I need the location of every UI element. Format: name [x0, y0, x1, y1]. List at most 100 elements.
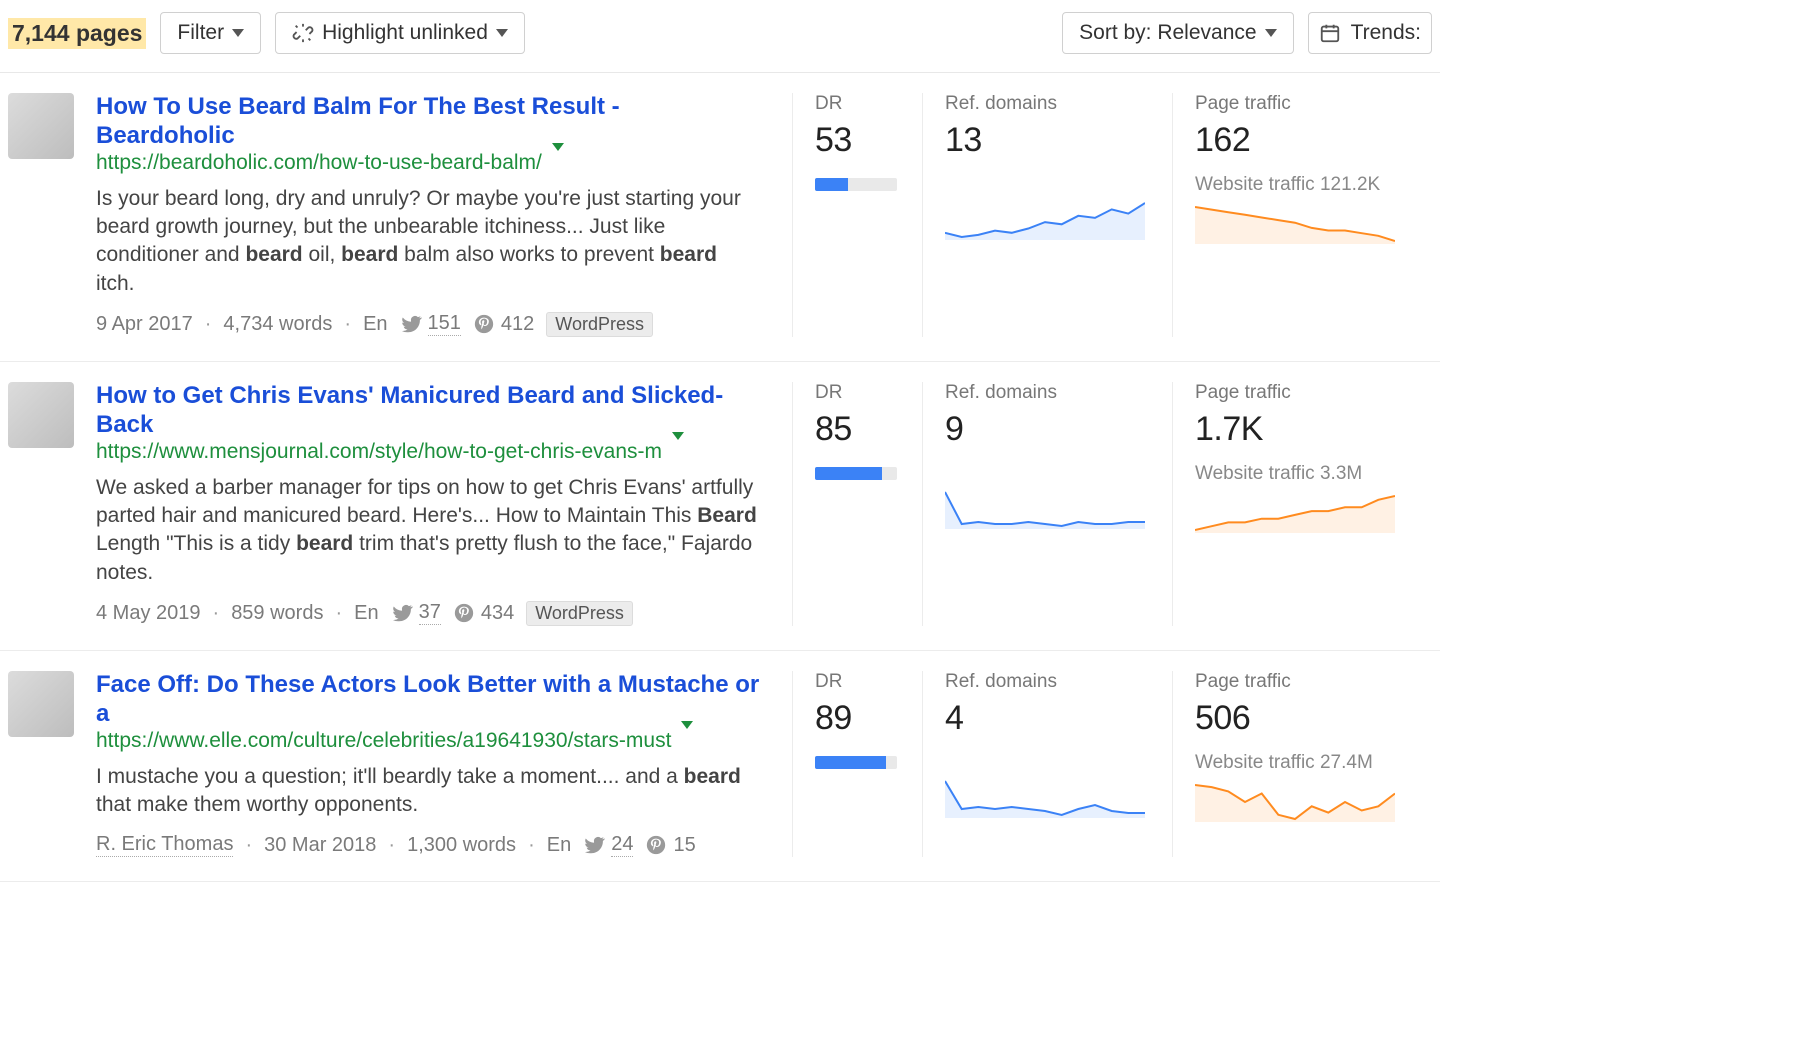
result-snippet: We asked a barber manager for tips on ho… — [96, 474, 760, 587]
result-lang: En — [335, 602, 378, 625]
website-traffic-value: 27.4M — [1320, 752, 1373, 773]
dr-value: 53 — [815, 121, 900, 160]
pinterest-shares[interactable]: 412 — [473, 313, 534, 336]
result-thumbnail[interactable] — [8, 671, 74, 737]
chevron-down-icon — [552, 143, 564, 174]
result-title[interactable]: How To Use Beard Balm For The Best Resul… — [96, 93, 620, 149]
result-author: R. Eric Thomas — [96, 833, 233, 857]
chevron-down-icon — [681, 721, 693, 752]
result-thumbnail[interactable] — [8, 93, 74, 159]
chevron-down-icon — [1265, 29, 1277, 37]
twitter-count: 37 — [419, 601, 441, 625]
page-count: 7,144 pages — [8, 18, 146, 49]
result-words: 4,734 words — [205, 313, 333, 336]
broken-link-icon — [292, 22, 314, 44]
twitter-shares[interactable]: 37 — [391, 601, 441, 625]
twitter-count: 151 — [428, 312, 461, 336]
highlight-label: Highlight unlinked — [322, 21, 488, 45]
ref-domains-label: Ref. domains — [945, 671, 1150, 693]
dr-column: DR 85 — [792, 382, 922, 626]
result-row: How to Get Chris Evans' Manicured Beard … — [0, 362, 1440, 651]
sparkline — [945, 200, 1145, 240]
result-main: Face Off: Do These Actors Look Better wi… — [96, 671, 770, 857]
pinterest-count: 15 — [673, 834, 695, 857]
ref-domains-value: 4 — [945, 699, 1150, 738]
dr-bar — [815, 467, 897, 480]
platform-tag: WordPress — [526, 601, 633, 626]
result-url[interactable]: https://www.elle.com/culture/celebrities… — [96, 729, 671, 753]
dr-label: DR — [815, 93, 900, 115]
page-traffic-label: Page traffic — [1195, 382, 1410, 404]
result-title[interactable]: How to Get Chris Evans' Manicured Beard … — [96, 382, 723, 438]
result-metrics: DR89Ref. domains4Page traffic506Website … — [792, 671, 1432, 857]
result-lang: En — [528, 834, 571, 857]
twitter-icon — [400, 313, 422, 335]
ref-domains-label: Ref. domains — [945, 382, 1150, 404]
trends-label: Trends: — [1351, 21, 1421, 45]
twitter-count: 24 — [611, 833, 633, 857]
url-dropdown[interactable] — [552, 151, 564, 175]
result-url[interactable]: https://beardoholic.com/how-to-use-beard… — [96, 151, 542, 175]
dr-bar-fill — [815, 756, 886, 769]
page-traffic-column: Page traffic162Website traffic 121.2K — [1172, 93, 1432, 337]
ref-domains-column: Ref. domains 13 — [922, 93, 1172, 337]
result-main: How to Get Chris Evans' Manicured Beard … — [96, 382, 770, 626]
result-meta: 9 Apr 2017 4,734 words En 151 412 WordPress — [96, 312, 760, 337]
calendar-icon — [1319, 22, 1341, 44]
result-date: 9 Apr 2017 — [96, 313, 193, 336]
page-traffic-value: 162 — [1195, 121, 1410, 160]
result-url[interactable]: https://www.mensjournal.com/style/how-to… — [96, 440, 662, 464]
result-thumbnail[interactable] — [8, 382, 74, 448]
sort-button[interactable]: Sort by: Relevance — [1062, 12, 1293, 54]
result-main: How To Use Beard Balm For The Best Resul… — [96, 93, 770, 337]
ref-domains-label: Ref. domains — [945, 93, 1150, 115]
dr-bar — [815, 178, 897, 191]
result-words: 1,300 words — [388, 834, 516, 857]
dr-value: 85 — [815, 410, 900, 449]
website-traffic-value: 121.2K — [1320, 174, 1380, 195]
twitter-icon — [391, 602, 413, 624]
dr-bar-fill — [815, 467, 882, 480]
result-row: Face Off: Do These Actors Look Better wi… — [0, 651, 1440, 882]
filter-button[interactable]: Filter — [160, 12, 261, 54]
twitter-icon — [583, 834, 605, 856]
result-metrics: DR53Ref. domains13Page traffic162Website… — [792, 93, 1432, 337]
dr-label: DR — [815, 382, 900, 404]
ref-domains-column: Ref. domains 4 — [922, 671, 1172, 857]
sparkline — [945, 778, 1145, 818]
result-date: 4 May 2019 — [96, 602, 201, 625]
chevron-down-icon — [496, 29, 508, 37]
sparkline — [1195, 204, 1395, 244]
result-url-line: https://www.elle.com/culture/celebrities… — [96, 729, 760, 753]
dr-bar-fill — [815, 178, 848, 191]
result-url-line: https://beardoholic.com/how-to-use-beard… — [96, 151, 760, 175]
ref-domains-value: 13 — [945, 121, 1150, 160]
pinterest-shares[interactable]: 434 — [453, 602, 514, 625]
pinterest-shares[interactable]: 15 — [645, 834, 695, 857]
platform-tag: WordPress — [546, 312, 653, 337]
result-row: How To Use Beard Balm For The Best Resul… — [0, 73, 1440, 362]
result-url-line: https://www.mensjournal.com/style/how-to… — [96, 440, 760, 464]
sort-label: Sort by: Relevance — [1079, 21, 1256, 45]
website-traffic: Website traffic 121.2K — [1195, 174, 1410, 196]
highlight-unlinked-button[interactable]: Highlight unlinked — [275, 12, 525, 54]
website-traffic: Website traffic 27.4M — [1195, 752, 1410, 774]
result-metrics: DR85Ref. domains9Page traffic1.7KWebsite… — [792, 382, 1432, 626]
chevron-down-icon — [672, 432, 684, 463]
result-lang: En — [344, 313, 387, 336]
dr-bar — [815, 756, 897, 769]
twitter-shares[interactable]: 24 — [583, 833, 633, 857]
page-traffic-column: Page traffic506Website traffic 27.4M — [1172, 671, 1432, 857]
dr-column: DR 53 — [792, 93, 922, 337]
twitter-shares[interactable]: 151 — [400, 312, 461, 336]
pinterest-icon — [473, 313, 495, 335]
url-dropdown[interactable] — [681, 729, 693, 753]
trends-selector[interactable]: Trends: — [1308, 12, 1432, 54]
url-dropdown[interactable] — [672, 440, 684, 464]
page-traffic-value: 1.7K — [1195, 410, 1410, 449]
pinterest-count: 412 — [501, 313, 534, 336]
ref-domains-column: Ref. domains 9 — [922, 382, 1172, 626]
dr-value: 89 — [815, 699, 900, 738]
ref-domains-value: 9 — [945, 410, 1150, 449]
result-title[interactable]: Face Off: Do These Actors Look Better wi… — [96, 671, 759, 727]
